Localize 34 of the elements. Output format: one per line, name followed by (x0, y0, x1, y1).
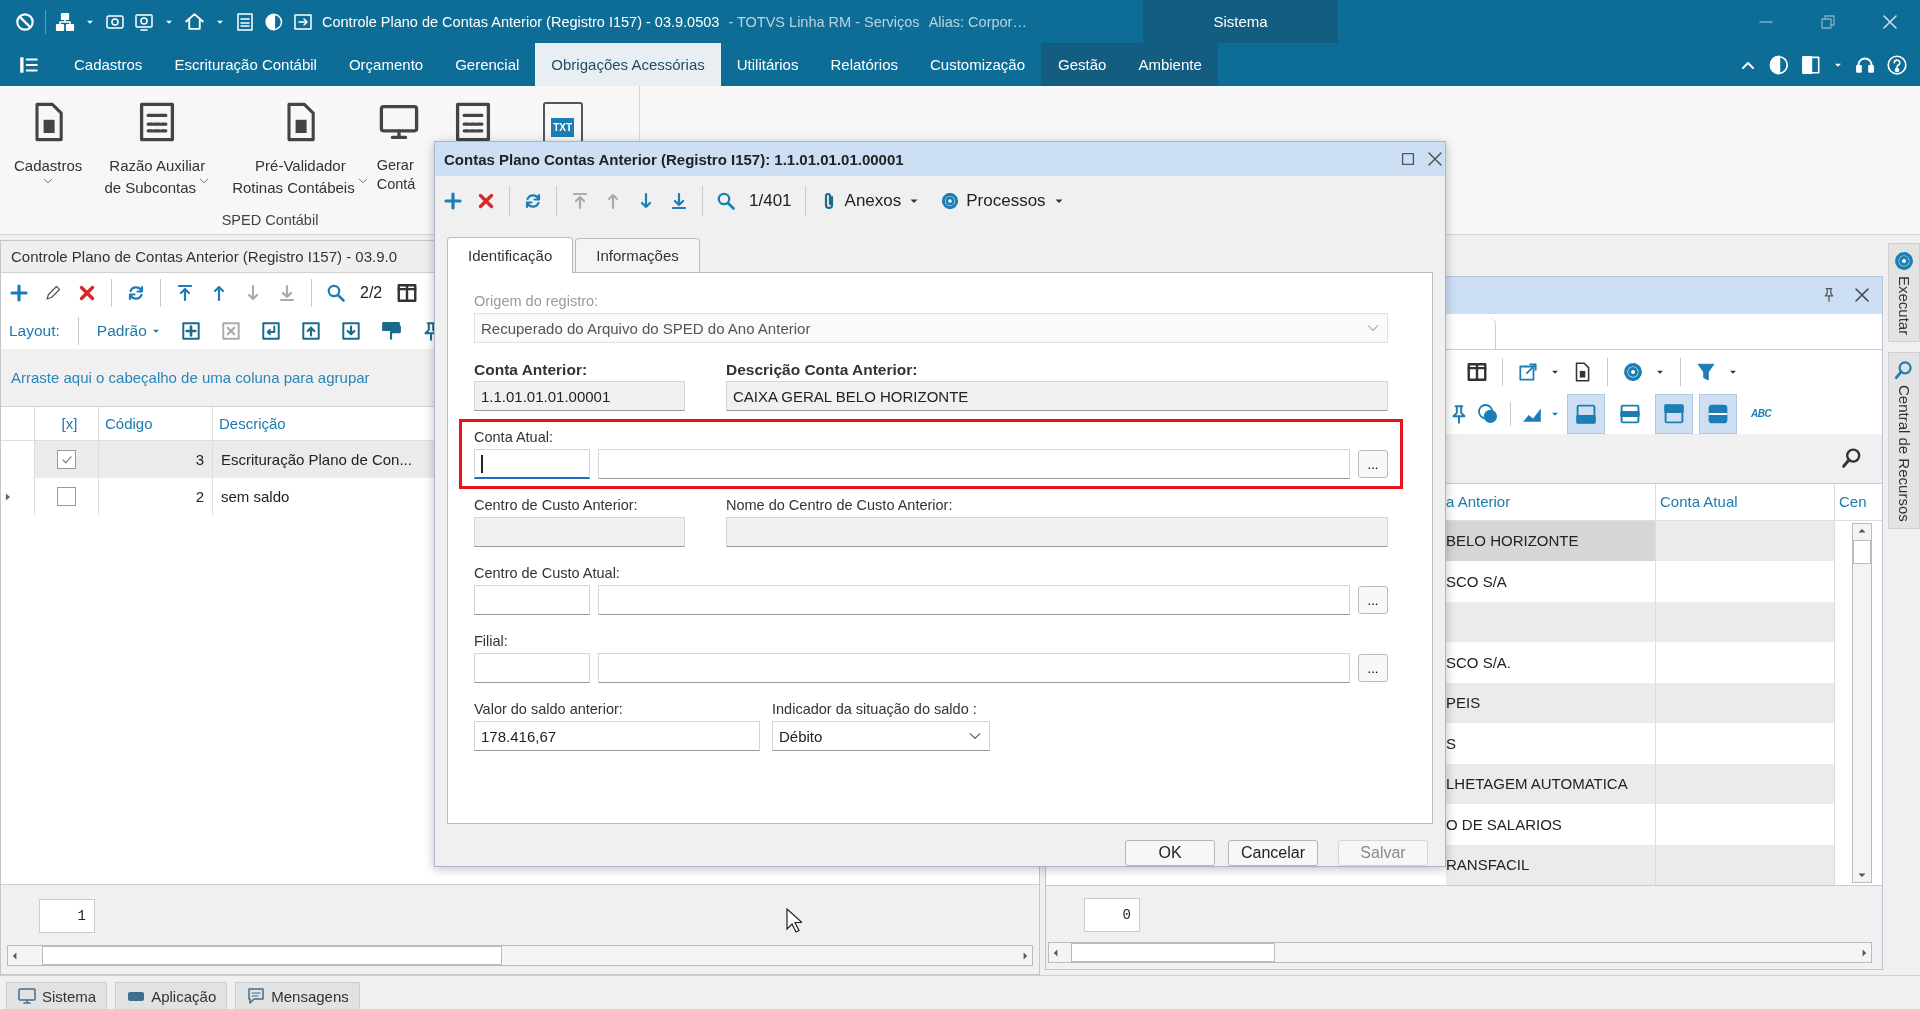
context-label: Sistema (1213, 13, 1268, 30)
panel-title: Controle Plano de Contas Anterior (Registro I157) - 03.9.0 (11, 248, 398, 265)
record-counter: 2/2 (360, 284, 383, 302)
alias-label: Alias: Corpor… (928, 13, 1027, 30)
group-label: SPED Contábil (220, 212, 320, 230)
table-cell: 3 (195, 451, 204, 468)
dialog-title: Contas Plano Contas Anterior (Registro I157): 1.1.01.01.01.00001 (444, 150, 905, 168)
field-label: Descrição Conta Anterior: (726, 361, 919, 378)
field-label: Conta Anterior: (474, 361, 589, 378)
field-label: Nome do Centro de Custo Anterior: (726, 497, 954, 514)
ribbon-label: Gerar (376, 156, 414, 175)
ribbon-label: Rotinas Contábeis (232, 177, 355, 197)
ribbon-label: Pré-Validador (255, 156, 346, 175)
field-label: Centro de Custo Anterior: (474, 497, 639, 514)
product-name: - TOTVS Linha RM - Serviços (728, 13, 920, 30)
field-label: Filial: (474, 633, 509, 650)
field-label: Indicador da situação do saldo : (772, 701, 978, 718)
ribbon-label: de Subcontas (104, 177, 197, 197)
group-hint: Arraste aqui o cabeçalho de uma coluna para agrupar (11, 369, 370, 386)
field-label: Valor do saldo anterior: (474, 701, 624, 718)
table-cell: sem saldo (221, 488, 290, 505)
record-count: 1 (39, 899, 95, 933)
field-label: Conta Atual: (474, 429, 554, 446)
field-label: Centro de Custo Atual: (474, 565, 621, 582)
record-count: 0 (1084, 898, 1140, 932)
table-cell: 2 (195, 488, 204, 505)
table-cell: Escrituração Plano de Con... (221, 451, 412, 468)
field-label: Origem do registro: (474, 293, 600, 310)
record-counter: 1/401 (749, 191, 792, 211)
ribbon-label: Razão Auxiliar (109, 156, 206, 175)
layout-label: Layout: (9, 322, 60, 340)
window-title: Controle Plano de Contas Anterior (Registro I157) - 03.9.0503 (322, 13, 720, 30)
ribbon-label: Contá (376, 175, 416, 194)
ribbon-label: Cadastros (14, 156, 83, 175)
